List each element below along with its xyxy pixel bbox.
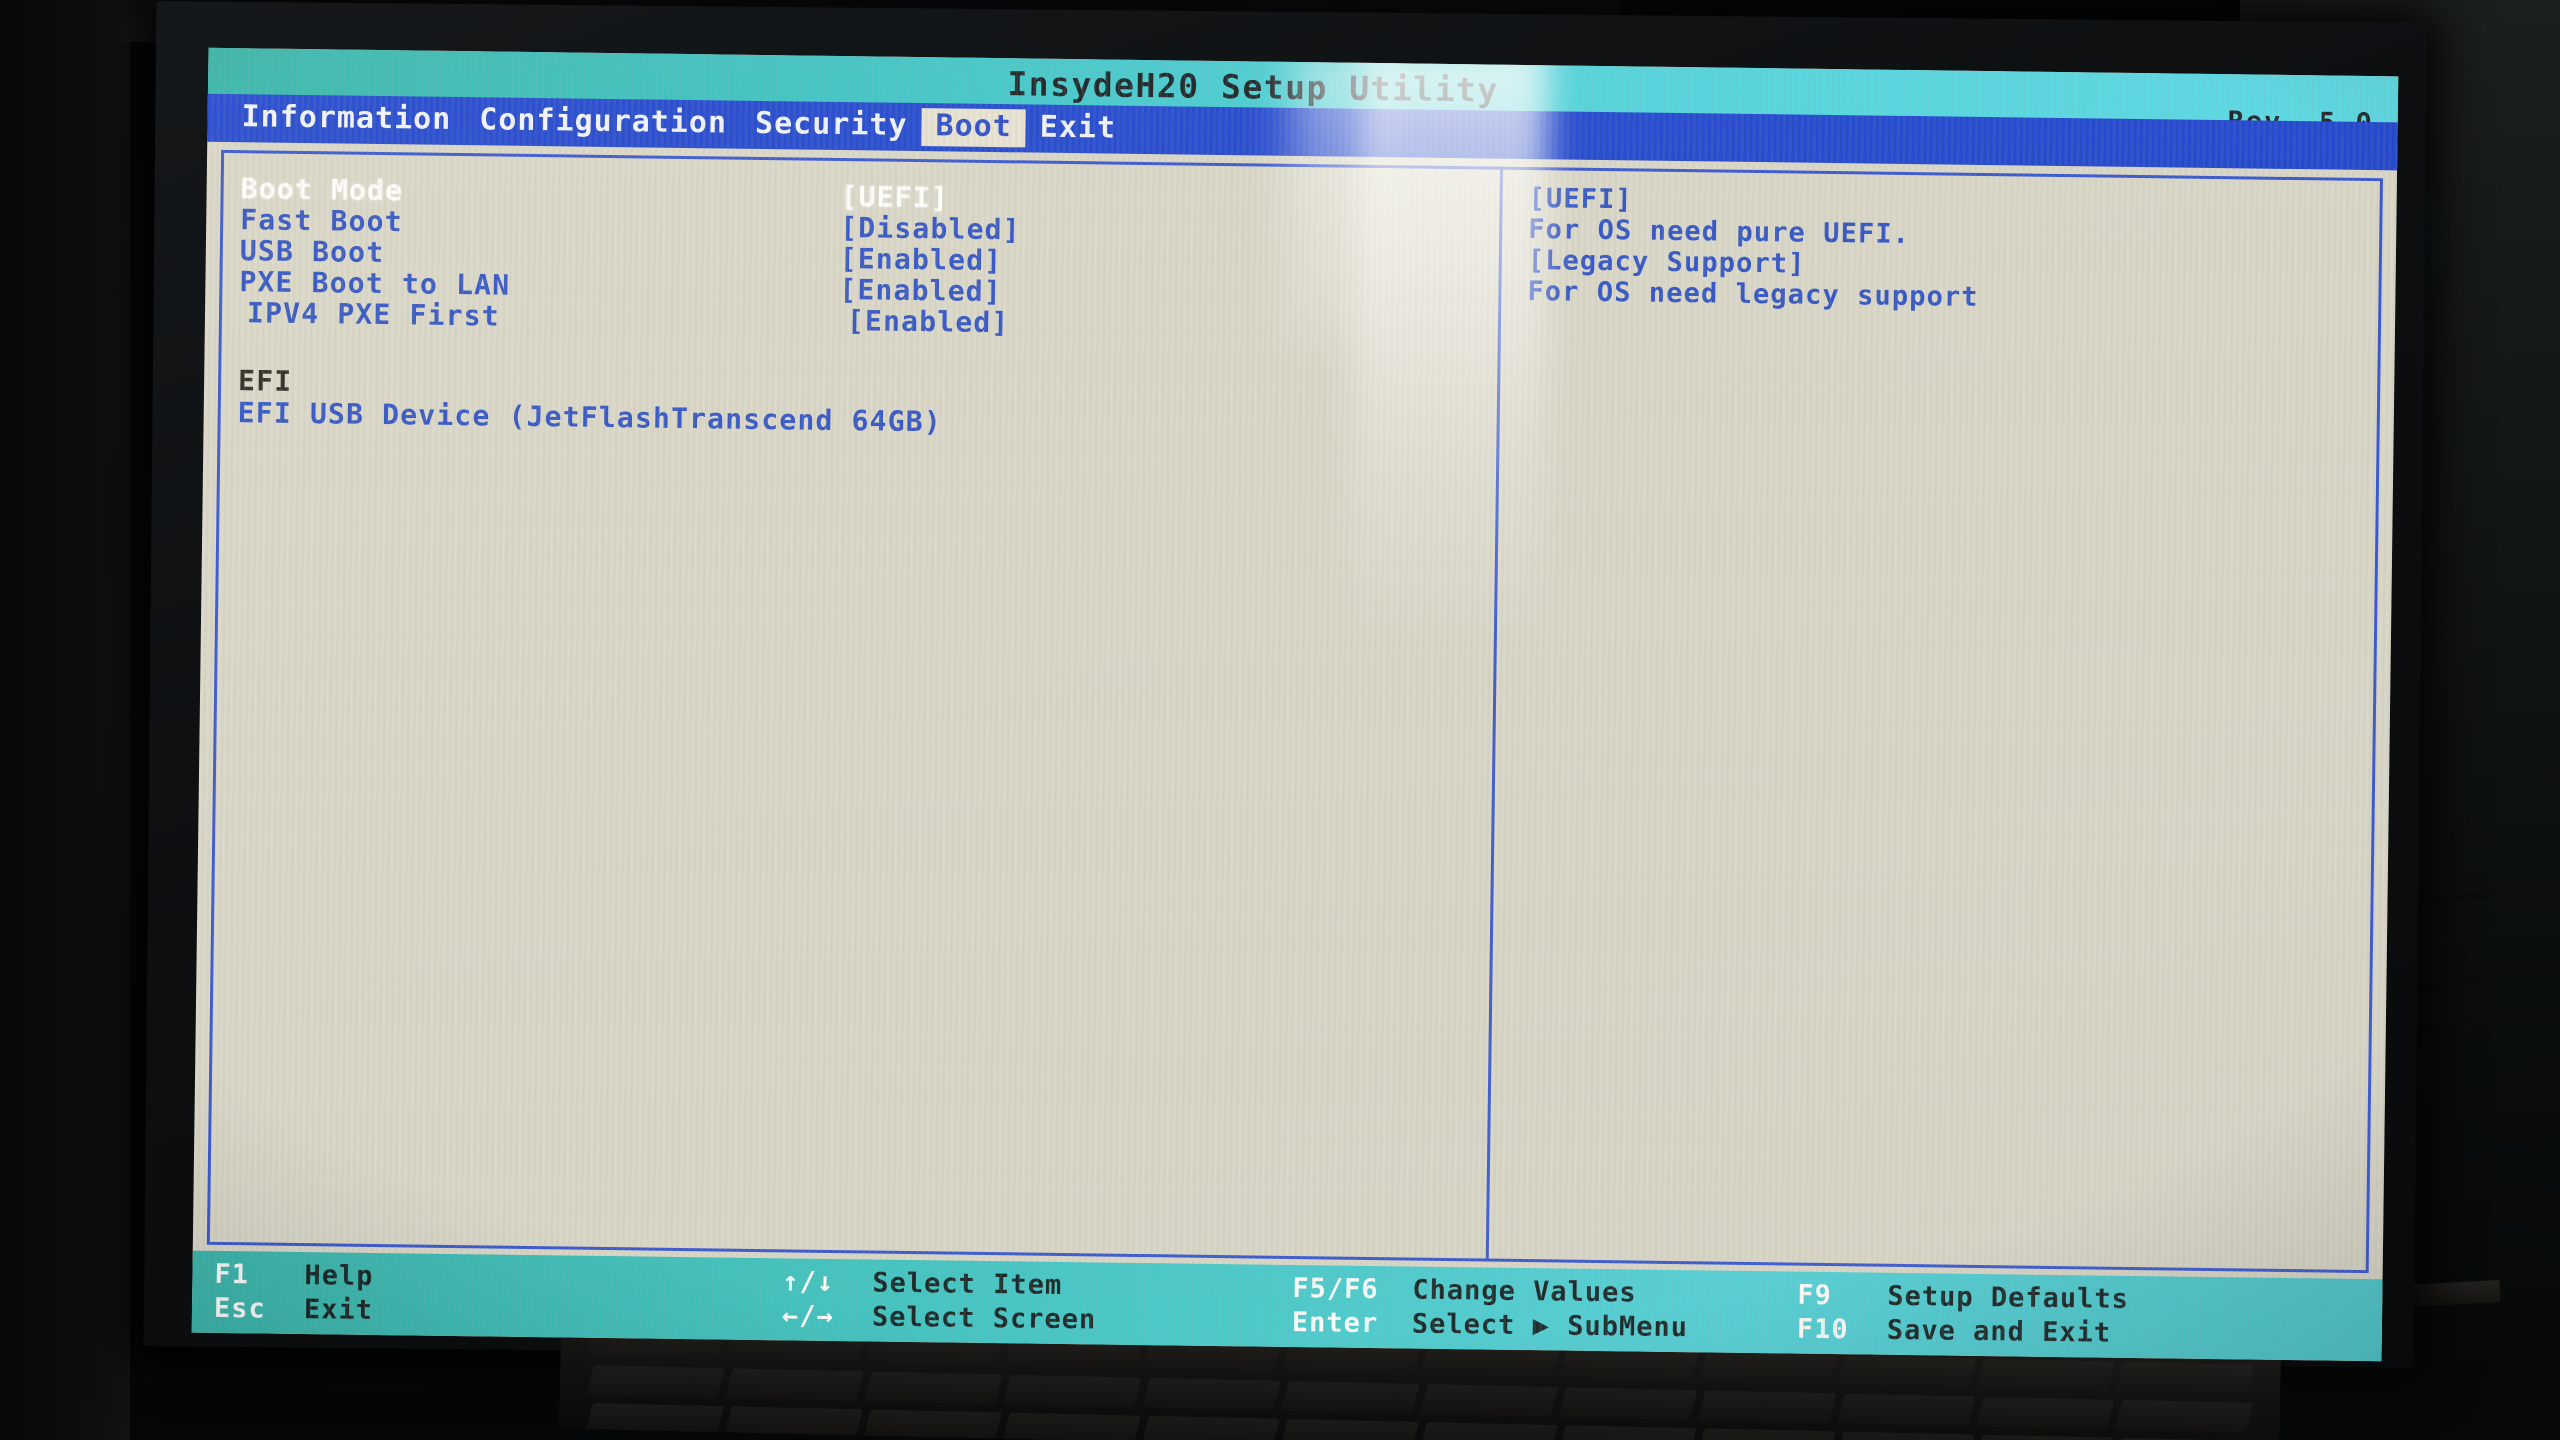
tab-information[interactable]: Information [227,99,465,140]
keyboard-key [1003,1374,1142,1408]
footer-shortcut-f5-f6[interactable]: F5/F6 Change Values [1292,1273,1689,1312]
footer-key: F9 [1797,1279,1833,1312]
bios-screen: InsydeH20 Setup Utility Rev. 5.0 Informa… [191,47,2399,1362]
keyboard-key [1280,1419,1419,1440]
footer-desc: Select Item [872,1267,1063,1302]
footer-desc: Change Values [1412,1274,1637,1309]
keyboard-key [586,1365,725,1399]
photo-scene: Ca [0,0,2560,1440]
footer-desc: Exit [303,1294,374,1326]
keyboard-key [1697,1390,1837,1424]
setting-value: [Disabled] [839,211,1021,247]
keyboard-key [2114,1399,2254,1433]
footer-desc: Setup Defaults [1887,1280,2130,1315]
footer-key: Enter [1291,1307,1379,1340]
keyboard-key [725,1368,864,1402]
keyboard-key [2115,1361,2255,1395]
keyboard-key [1142,1377,1281,1411]
keyboard-key [1558,1425,1697,1440]
settings-list: Boot Mode [UEFI] Fast Boot [Disabled] US… [239,172,1481,343]
help-panel: [UEFI] For OS need pure UEFI. [Legacy Su… [1527,183,2349,318]
keyboard-key [1836,1393,1976,1427]
keyboard-key [1697,1428,1836,1440]
background-left-wall [0,0,130,1440]
footer-key: F10 [1796,1313,1849,1346]
keyboard-key [1837,1355,1977,1389]
footer-column: F9 Setup Defaults F10 Save and Exit [1797,1280,2129,1352]
footer-shortcut-f1[interactable]: F1 Help [214,1259,373,1295]
keyboard-key [724,1406,863,1440]
footer-column: F1 Help Esc Exit [214,1259,374,1329]
footer-desc: Save and Exit [1886,1314,2112,1349]
arrow-left-right-icon: ←/→ [781,1300,834,1333]
tab-boot[interactable]: Boot [921,108,1027,148]
keyboard-key [1976,1358,2116,1392]
footer-desc: Help [304,1260,374,1292]
keyboard-key [1558,1387,1698,1421]
keyboard-key [1002,1412,1141,1440]
footer-key: Esc [213,1292,266,1325]
footer-key: F1 [214,1258,250,1291]
keyboard-key [1836,1431,1975,1440]
keyboard-key [863,1409,1002,1440]
arrow-up-down-icon: ↑/↓ [782,1266,835,1299]
footer-desc: Select Screen [871,1301,1097,1336]
setting-value: [UEFI] [840,180,950,215]
keyboard-key [1975,1396,2115,1430]
keyboard-key [1559,1349,1699,1383]
footer-shortcut-select-item[interactable]: ↑/↓ Select Item [782,1266,1097,1304]
keyboard-key [864,1371,1003,1405]
setting-value: [Enabled] [839,273,1003,309]
footer-key: F5/F6 [1292,1273,1379,1306]
footer-shortcut-esc[interactable]: Esc Exit [214,1293,373,1329]
tab-security[interactable]: Security [741,106,922,146]
setting-value: [Enabled] [846,304,1010,340]
footer-column: F5/F6 Change Values Enter Select ▶ SubMe… [1292,1273,1689,1346]
footer-shortcut-f9[interactable]: F9 Setup Defaults [1797,1280,2129,1318]
footer-shortcut-f10[interactable]: F10 Save and Exit [1797,1314,2129,1352]
keyboard-key [1281,1381,1420,1414]
footer-shortcut-select-screen[interactable]: ←/→ Select Screen [782,1300,1097,1338]
keyboard-key [1141,1415,1280,1440]
keyboard-key [1419,1384,1559,1417]
tab-configuration[interactable]: Configuration [465,102,741,144]
footer-column: ↑/↓ Select Item ←/→ Select Screen [782,1266,1097,1338]
keyboard-key [1698,1352,1838,1386]
tab-exit[interactable]: Exit [1026,109,1131,148]
setting-value: [Enabled] [839,242,1003,278]
keyboard-key [1419,1422,1558,1440]
keyboard-key [1974,1434,2114,1440]
footer-desc: Select ▶ SubMenu [1411,1308,1689,1344]
footer-shortcut-enter[interactable]: Enter Select ▶ SubMenu [1291,1307,1689,1346]
keyboard-key [585,1403,724,1437]
keyboard-key [1420,1346,1560,1379]
